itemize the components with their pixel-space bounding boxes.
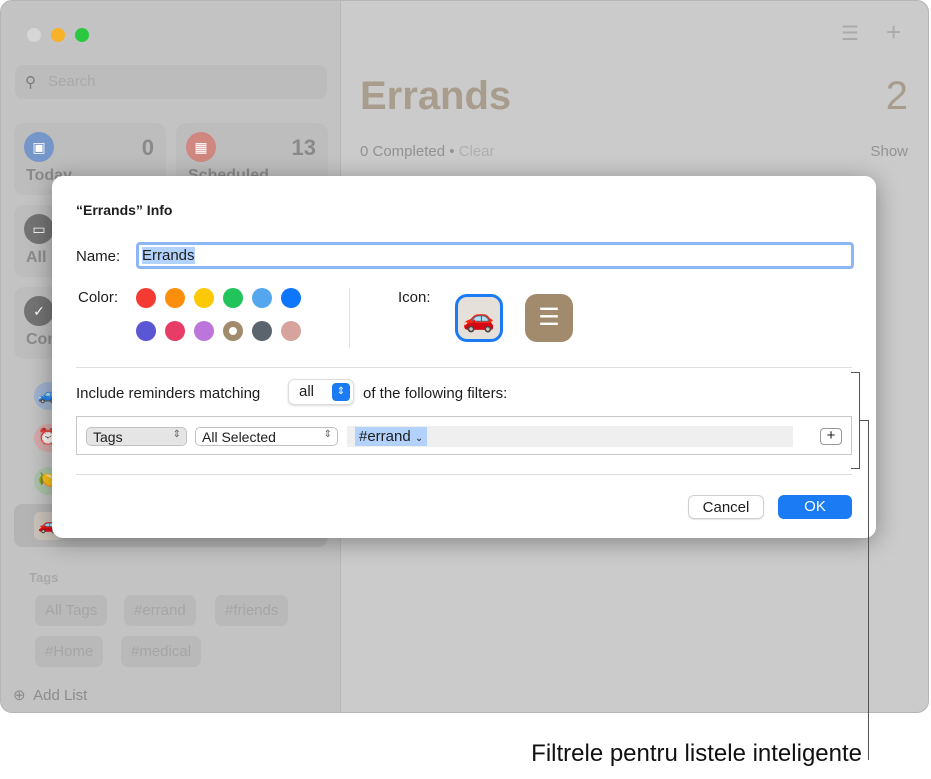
separator: • — [449, 143, 455, 160]
color-swatch[interactable] — [194, 288, 214, 308]
match-popup[interactable]: all ⇕ — [288, 379, 354, 405]
color-swatch[interactable] — [165, 288, 185, 308]
search-placeholder: Search — [48, 73, 96, 90]
chevron-updown-icon: ⇕ — [323, 429, 332, 440]
annotation-caption: Filtrele pentru listele inteligente — [531, 740, 862, 767]
chevron-updown-icon: ⇕ — [332, 383, 350, 401]
filter-row: Tags ⇕ All Selected ⇕ #errand ⌄ + — [76, 416, 852, 455]
all-label: All — [26, 249, 47, 266]
add-list-label: Add List — [33, 687, 88, 704]
include-suffix-label: of the following filters: — [363, 385, 508, 402]
color-swatch[interactable] — [252, 288, 272, 308]
annotation-bracket — [851, 468, 860, 469]
color-swatch[interactable] — [136, 288, 156, 308]
tag-friends[interactable]: #friends — [215, 595, 289, 626]
plus-circle-icon: ⊕ — [13, 687, 26, 704]
search-icon: ⚲ — [25, 74, 36, 91]
name-value: Errands — [142, 247, 195, 264]
name-label: Name: — [76, 248, 121, 265]
tags-header: Tags — [29, 570, 59, 585]
selected-indicator — [229, 327, 237, 335]
match-value: all — [299, 383, 315, 400]
chevron-down-icon: ⌄ — [414, 433, 424, 444]
list-info-dialog: “Errands” Info Name: Errands Color: Icon… — [52, 176, 876, 538]
annotation-line — [860, 420, 868, 421]
filter-field-popup[interactable]: Tags ⇕ — [86, 427, 187, 446]
add-filter-button[interactable]: + — [820, 428, 842, 445]
annotation-line — [868, 420, 869, 760]
zoom-button[interactable] — [75, 28, 89, 42]
show-button[interactable]: Show — [870, 143, 908, 160]
color-swatch[interactable] — [223, 288, 243, 308]
color-swatch[interactable] — [281, 288, 301, 308]
list-title: Errands — [360, 74, 512, 118]
filter-mode-value: All Selected — [202, 429, 276, 445]
car-emoji-icon-option[interactable]: 🚗 — [455, 294, 503, 342]
close-button[interactable] — [27, 28, 41, 42]
color-swatch[interactable] — [165, 321, 185, 341]
chevron-updown-icon: ⇕ — [172, 429, 181, 440]
cancel-button[interactable]: Cancel — [688, 495, 764, 519]
color-swatch[interactable] — [194, 321, 214, 341]
calendar-icon: ▣ — [24, 132, 54, 162]
tag-token-label: #errand — [359, 428, 411, 445]
include-prefix-label: Include reminders matching — [76, 385, 261, 402]
add-list-button[interactable]: ⊕ Add List — [13, 686, 87, 704]
ok-button[interactable]: OK — [778, 495, 852, 519]
list-options-icon[interactable]: ☰ — [841, 21, 859, 46]
tag-all-tags[interactable]: All Tags — [35, 595, 108, 626]
minimize-button[interactable] — [51, 28, 65, 42]
name-input[interactable]: Errands — [136, 242, 854, 269]
color-swatch[interactable] — [281, 321, 301, 341]
divider — [76, 367, 852, 368]
color-swatch[interactable] — [136, 321, 156, 341]
checkmark-icon: ✓ — [24, 296, 54, 326]
completed-count: 0 Completed — [360, 143, 446, 160]
tag-token[interactable]: #errand ⌄ — [355, 427, 428, 446]
list-count: 2 — [885, 74, 908, 118]
dialog-title: “Errands” Info — [76, 202, 173, 218]
clear-button[interactable]: Clear — [459, 143, 495, 160]
filter-mode-popup[interactable]: All Selected ⇕ — [195, 427, 338, 446]
add-reminder-icon[interactable]: + — [886, 17, 901, 48]
icon-label: Icon: — [398, 289, 431, 306]
tag-home[interactable]: #Home — [35, 636, 104, 667]
divider — [349, 288, 350, 348]
today-count: 0 — [141, 135, 154, 160]
scheduled-count: 13 — [291, 135, 316, 160]
color-label: Color: — [78, 289, 119, 306]
tag-medical[interactable]: #medical — [121, 636, 202, 667]
tray-icon: ▭ — [24, 214, 54, 244]
calendar-grid-icon: ▦ — [186, 132, 216, 162]
tag-token-field[interactable]: #errand ⌄ — [347, 426, 793, 447]
tag-errand[interactable]: #errand — [124, 595, 196, 626]
list-bullet-icon-option[interactable]: ☰ — [525, 294, 573, 342]
divider — [76, 474, 852, 475]
color-swatch[interactable] — [223, 321, 243, 341]
search-input[interactable]: ⚲ Search — [15, 65, 327, 99]
filter-field-value: Tags — [93, 429, 123, 445]
color-swatch[interactable] — [252, 321, 272, 341]
completed-summary: 0 Completed • Clear — [360, 143, 495, 160]
